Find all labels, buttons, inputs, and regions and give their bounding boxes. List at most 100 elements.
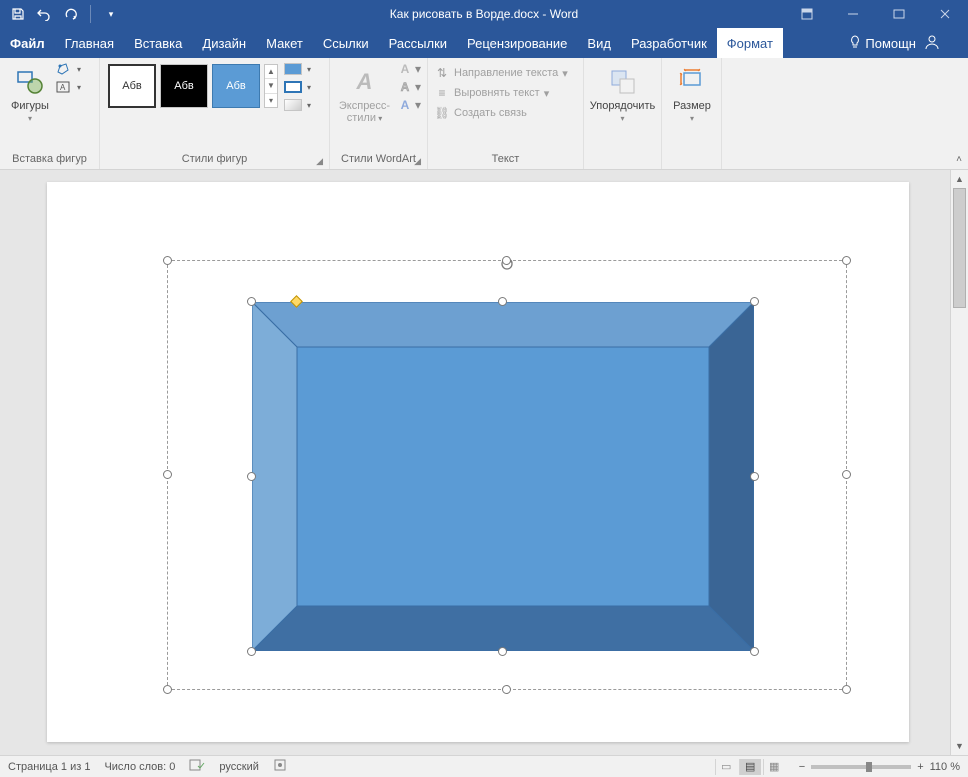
draw-textbox-button[interactable]: A▾ (56, 80, 98, 94)
quick-styles-button[interactable]: A Экспресс- стили (336, 62, 393, 126)
shape-handle[interactable] (750, 647, 759, 656)
shape-effects-button[interactable]: ▾ (284, 98, 326, 112)
tab-layout[interactable]: Макет (256, 28, 313, 58)
tab-format[interactable]: Формат (717, 28, 783, 58)
scroll-down-icon[interactable]: ▼ (951, 737, 968, 755)
link-icon: ⛓ (434, 106, 450, 120)
group-label-shape-styles: Стили фигур◢ (106, 151, 323, 169)
spellcheck-icon[interactable] (189, 758, 205, 775)
ribbon-display-options-icon[interactable] (784, 0, 830, 28)
shape-handle[interactable] (247, 647, 256, 656)
shape-style-gallery[interactable]: Абв Абв Абв ▲ ▼ ▾ (106, 62, 278, 110)
text-effects-icon: A (397, 98, 413, 112)
zoom-out-button[interactable]: − (799, 761, 805, 773)
ribbon-group-wordart-styles: A Экспресс- стили A▾ A▾ A▾ Стили WordArt… (330, 58, 428, 169)
document-page[interactable] (47, 182, 909, 742)
quick-styles-label: Экспресс- стили (339, 100, 390, 124)
selection-handle[interactable] (502, 256, 511, 265)
tab-developer[interactable]: Разработчик (621, 28, 717, 58)
style-thumb-black[interactable]: Абв (160, 64, 208, 108)
arrange-button[interactable]: Упорядочить (590, 62, 655, 126)
scroll-thumb[interactable] (953, 188, 966, 308)
shape-handle[interactable] (247, 297, 256, 306)
shape-handle[interactable] (247, 472, 256, 481)
tell-me-help[interactable]: Помощн (849, 35, 916, 52)
print-layout-icon[interactable]: ▤ (739, 759, 761, 775)
shape-handle[interactable] (750, 297, 759, 306)
title-bar: ▾ Как рисовать в Ворде.docx - Word (0, 0, 968, 28)
gallery-more-icon[interactable]: ▾ (265, 94, 277, 107)
size-label: Размер (672, 100, 712, 124)
shape-handle[interactable] (498, 647, 507, 656)
selection-handle[interactable] (163, 685, 172, 694)
gallery-down-icon[interactable]: ▼ (265, 79, 277, 93)
selection-handle[interactable] (842, 256, 851, 265)
maximize-button[interactable] (876, 0, 922, 28)
scroll-up-icon[interactable]: ▲ (951, 170, 968, 188)
gallery-scroll[interactable]: ▲ ▼ ▾ (264, 64, 278, 108)
selection-handle[interactable] (163, 470, 172, 479)
style-thumb-blue[interactable]: Абв (212, 64, 260, 108)
tab-file[interactable]: Файл (0, 28, 55, 58)
vertical-scrollbar[interactable]: ▲ ▼ (950, 170, 968, 755)
bevel-rectangle-shape[interactable] (252, 302, 754, 651)
ribbon-group-size: Размер (662, 58, 722, 169)
view-mode-switcher: ▭ ▤ ▦ (715, 759, 785, 775)
selection-handle[interactable] (163, 256, 172, 265)
status-language[interactable]: русский (219, 761, 258, 773)
dialog-launcher-icon[interactable]: ◢ (316, 156, 323, 167)
create-link-button[interactable]: ⛓Создать связь (434, 106, 568, 120)
size-button[interactable]: Размер (668, 62, 716, 126)
close-button[interactable] (922, 0, 968, 28)
tab-view[interactable]: Вид (577, 28, 621, 58)
tab-home[interactable]: Главная (55, 28, 124, 58)
shape-outline-button[interactable]: ▾ (284, 80, 326, 94)
tab-mailings[interactable]: Рассылки (379, 28, 457, 58)
align-text-icon: ≡ (434, 86, 450, 100)
status-word-count[interactable]: Число слов: 0 (104, 761, 175, 773)
minimize-button[interactable] (830, 0, 876, 28)
ribbon-tabs: Файл Главная Вставка Дизайн Макет Ссылки… (0, 28, 968, 58)
text-fill-button[interactable]: A▾ (397, 62, 421, 76)
tab-design[interactable]: Дизайн (192, 28, 256, 58)
ribbon: Фигуры ▾ A▾ Вставка фигур Абв Абв Абв ▲ … (0, 58, 968, 170)
zoom-percent[interactable]: 110 % (930, 761, 960, 773)
shape-fill-button[interactable]: ▾ (284, 62, 326, 76)
shape-effects-icon (284, 99, 302, 111)
text-direction-button[interactable]: ⇅Направление текста ▾ (434, 66, 568, 80)
shapes-button[interactable]: Фигуры (6, 62, 54, 126)
status-page[interactable]: Страница 1 из 1 (8, 761, 90, 773)
zoom-slider[interactable] (811, 765, 911, 769)
tab-insert[interactable]: Вставка (124, 28, 192, 58)
edit-shape-button[interactable]: ▾ (56, 62, 98, 76)
qat-separator (90, 5, 91, 23)
tab-review[interactable]: Рецензирование (457, 28, 577, 58)
shape-handle[interactable] (750, 472, 759, 481)
text-effects-button[interactable]: A▾ (397, 98, 421, 112)
gallery-up-icon[interactable]: ▲ (265, 65, 277, 79)
selection-handle[interactable] (842, 470, 851, 479)
style-thumb-outline[interactable]: Абв (108, 64, 156, 108)
account-icon[interactable] (924, 34, 940, 53)
web-layout-icon[interactable]: ▦ (763, 759, 785, 775)
align-text-button[interactable]: ≡Выровнять текст ▾ (434, 86, 568, 100)
text-outline-button[interactable]: A▾ (397, 80, 421, 94)
tab-references[interactable]: Ссылки (313, 28, 379, 58)
zoom-slider-thumb[interactable] (866, 762, 872, 772)
read-mode-icon[interactable]: ▭ (715, 759, 737, 775)
selection-handle[interactable] (842, 685, 851, 694)
redo-icon[interactable] (62, 6, 78, 22)
shape-handle[interactable] (498, 297, 507, 306)
wordart-icon: A (357, 64, 373, 100)
save-icon[interactable] (10, 6, 26, 22)
undo-icon[interactable] (36, 6, 52, 22)
selection-handle[interactable] (502, 685, 511, 694)
shapes-icon (14, 64, 46, 100)
macro-record-icon[interactable] (273, 758, 287, 775)
collapse-ribbon-icon[interactable]: ˄ (956, 154, 962, 165)
svg-text:A: A (60, 83, 66, 92)
qat-customize-icon[interactable]: ▾ (103, 6, 119, 22)
quick-access-toolbar: ▾ (0, 5, 119, 23)
dialog-launcher-icon[interactable]: ◢ (414, 156, 421, 167)
zoom-in-button[interactable]: + (917, 761, 923, 773)
